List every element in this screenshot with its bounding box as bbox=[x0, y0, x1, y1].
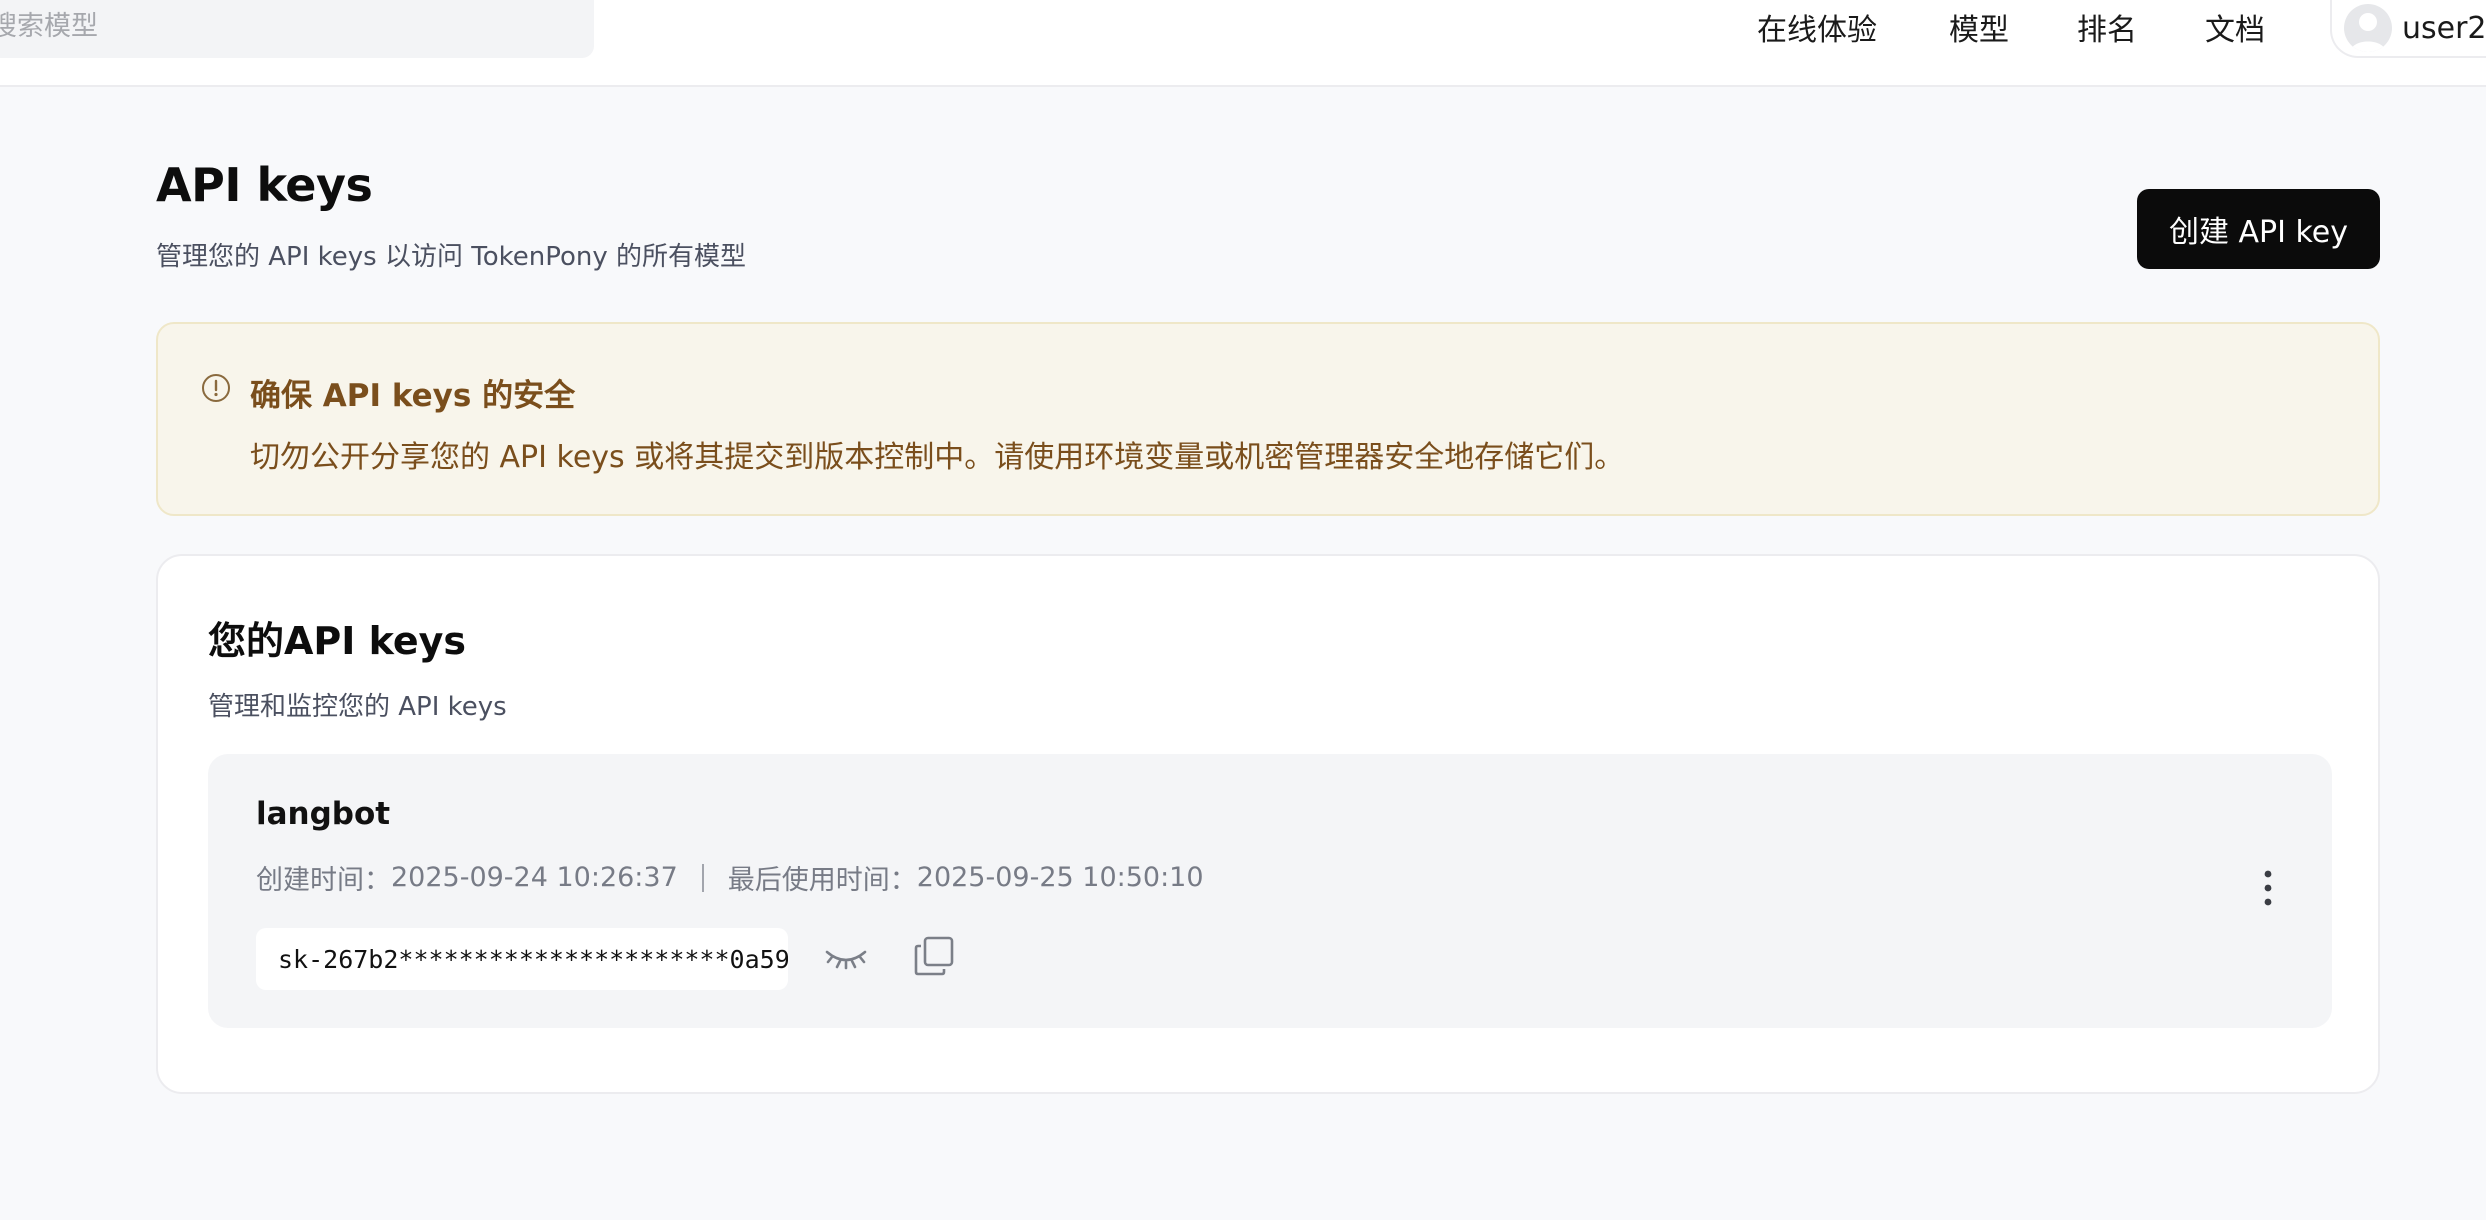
user-menu[interactable]: user2... bbox=[2330, 0, 2486, 58]
api-key-meta: 创建时间： 2025-09-24 10:26:37 最后使用时间： 2025-0… bbox=[256, 858, 1204, 897]
copy-key-button[interactable] bbox=[912, 934, 956, 978]
vertical-ellipsis-icon bbox=[2254, 866, 2282, 910]
warning-text: 切勿公开分享您的 API keys 或将其提交到版本控制中。请使用环境变量或机密… bbox=[250, 440, 1625, 475]
nav-item-docs[interactable]: 文档 bbox=[2205, 5, 2265, 49]
security-warning-banner: 确保 API keys 的安全 切勿公开分享您的 API keys 或将其提交到… bbox=[156, 322, 2380, 516]
api-keys-card: 您的API keys 管理和监控您的 API keys langbot 创建时间… bbox=[156, 554, 2380, 1094]
nav-item-models[interactable]: 模型 bbox=[1949, 5, 2009, 49]
nav-item-playground[interactable]: 在线体验 bbox=[1757, 5, 1877, 49]
created-at: 2025-09-24 10:26:37 bbox=[391, 862, 678, 893]
top-header: 在线体验 模型 排名 文档 user2... bbox=[0, 0, 2486, 87]
keys-section-title: 您的API keys bbox=[208, 619, 467, 663]
keys-section-subtitle: 管理和监控您的 API keys bbox=[208, 692, 507, 722]
search-input[interactable] bbox=[0, 0, 594, 58]
search-box[interactable] bbox=[0, 0, 594, 58]
warning-title: 确保 API keys 的安全 bbox=[250, 378, 576, 414]
key-more-actions-button[interactable] bbox=[2254, 866, 2282, 910]
last-used-at: 2025-09-25 10:50:10 bbox=[916, 862, 1204, 893]
masked-api-key: sk-267b2**********************0a59 bbox=[256, 928, 788, 990]
api-key-name: langbot bbox=[256, 796, 391, 832]
copy-icon bbox=[912, 934, 956, 978]
toggle-visibility-button[interactable] bbox=[822, 940, 870, 976]
created-label: 创建时间： bbox=[256, 865, 391, 896]
api-key-item: langbot 创建时间： 2025-09-24 10:26:37 最后使用时间… bbox=[208, 754, 2332, 1028]
user-name: user2... bbox=[2402, 10, 2486, 46]
eye-closed-icon bbox=[822, 940, 870, 976]
info-circle-icon bbox=[200, 372, 232, 404]
user-avatar-icon bbox=[2344, 4, 2392, 52]
page-subtitle: 管理您的 API keys 以访问 TokenPony 的所有模型 bbox=[156, 242, 747, 272]
create-api-key-button[interactable]: 创建 API key bbox=[2137, 189, 2380, 269]
meta-divider bbox=[701, 863, 704, 892]
last-used-label: 最后使用时间： bbox=[727, 865, 917, 896]
nav-item-rankings[interactable]: 排名 bbox=[2077, 5, 2137, 49]
page-title: API keys bbox=[156, 158, 373, 212]
